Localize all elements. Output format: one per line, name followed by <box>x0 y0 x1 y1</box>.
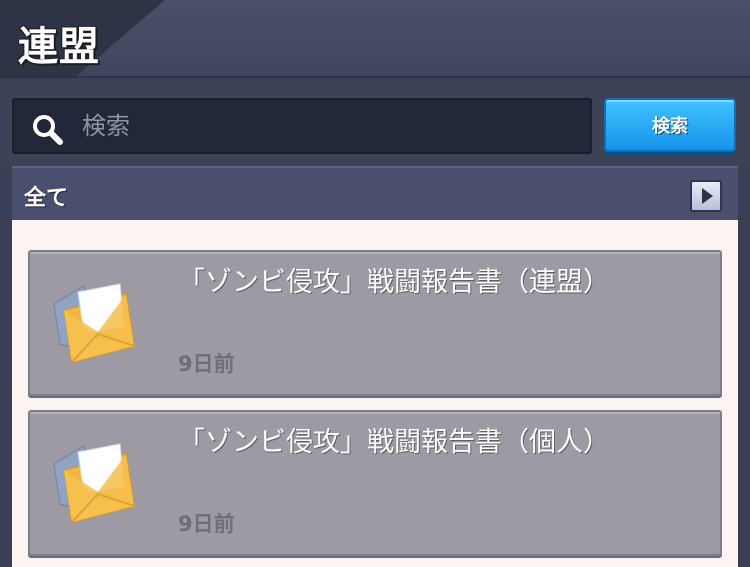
envelope-icon <box>53 443 135 523</box>
page-title: 連盟 <box>18 24 100 70</box>
mail-title: 「ゾンビ侵攻」戦闘報告書（連盟） <box>178 267 610 298</box>
search-input[interactable] <box>82 100 582 152</box>
header-bar: 連盟 <box>0 0 750 78</box>
arrow-right-icon <box>702 188 713 204</box>
mail-item[interactable]: 「ゾンビ侵攻」戦闘報告書（連盟） 9日前 <box>28 250 722 396</box>
search-row: 検索 <box>0 80 750 166</box>
mail-list: 「ゾンビ侵攻」戦闘報告書（連盟） 9日前 「ゾンビ侵攻」戦闘報告書（個人） 9日… <box>12 220 738 567</box>
envelope-icon <box>53 283 135 363</box>
category-next-button[interactable] <box>690 180 722 212</box>
search-box[interactable] <box>12 98 592 154</box>
search-button[interactable]: 検索 <box>604 98 736 152</box>
mail-title: 「ゾンビ侵攻」戦闘報告書（個人） <box>178 427 610 458</box>
mail-time: 9日前 <box>178 352 235 376</box>
category-bar: 全て <box>12 166 738 220</box>
search-icon <box>33 115 63 145</box>
mail-time: 9日前 <box>178 512 235 536</box>
mail-item[interactable]: 「ゾンビ侵攻」戦闘報告書（個人） 9日前 <box>28 410 722 556</box>
category-label: 全て <box>24 186 69 211</box>
